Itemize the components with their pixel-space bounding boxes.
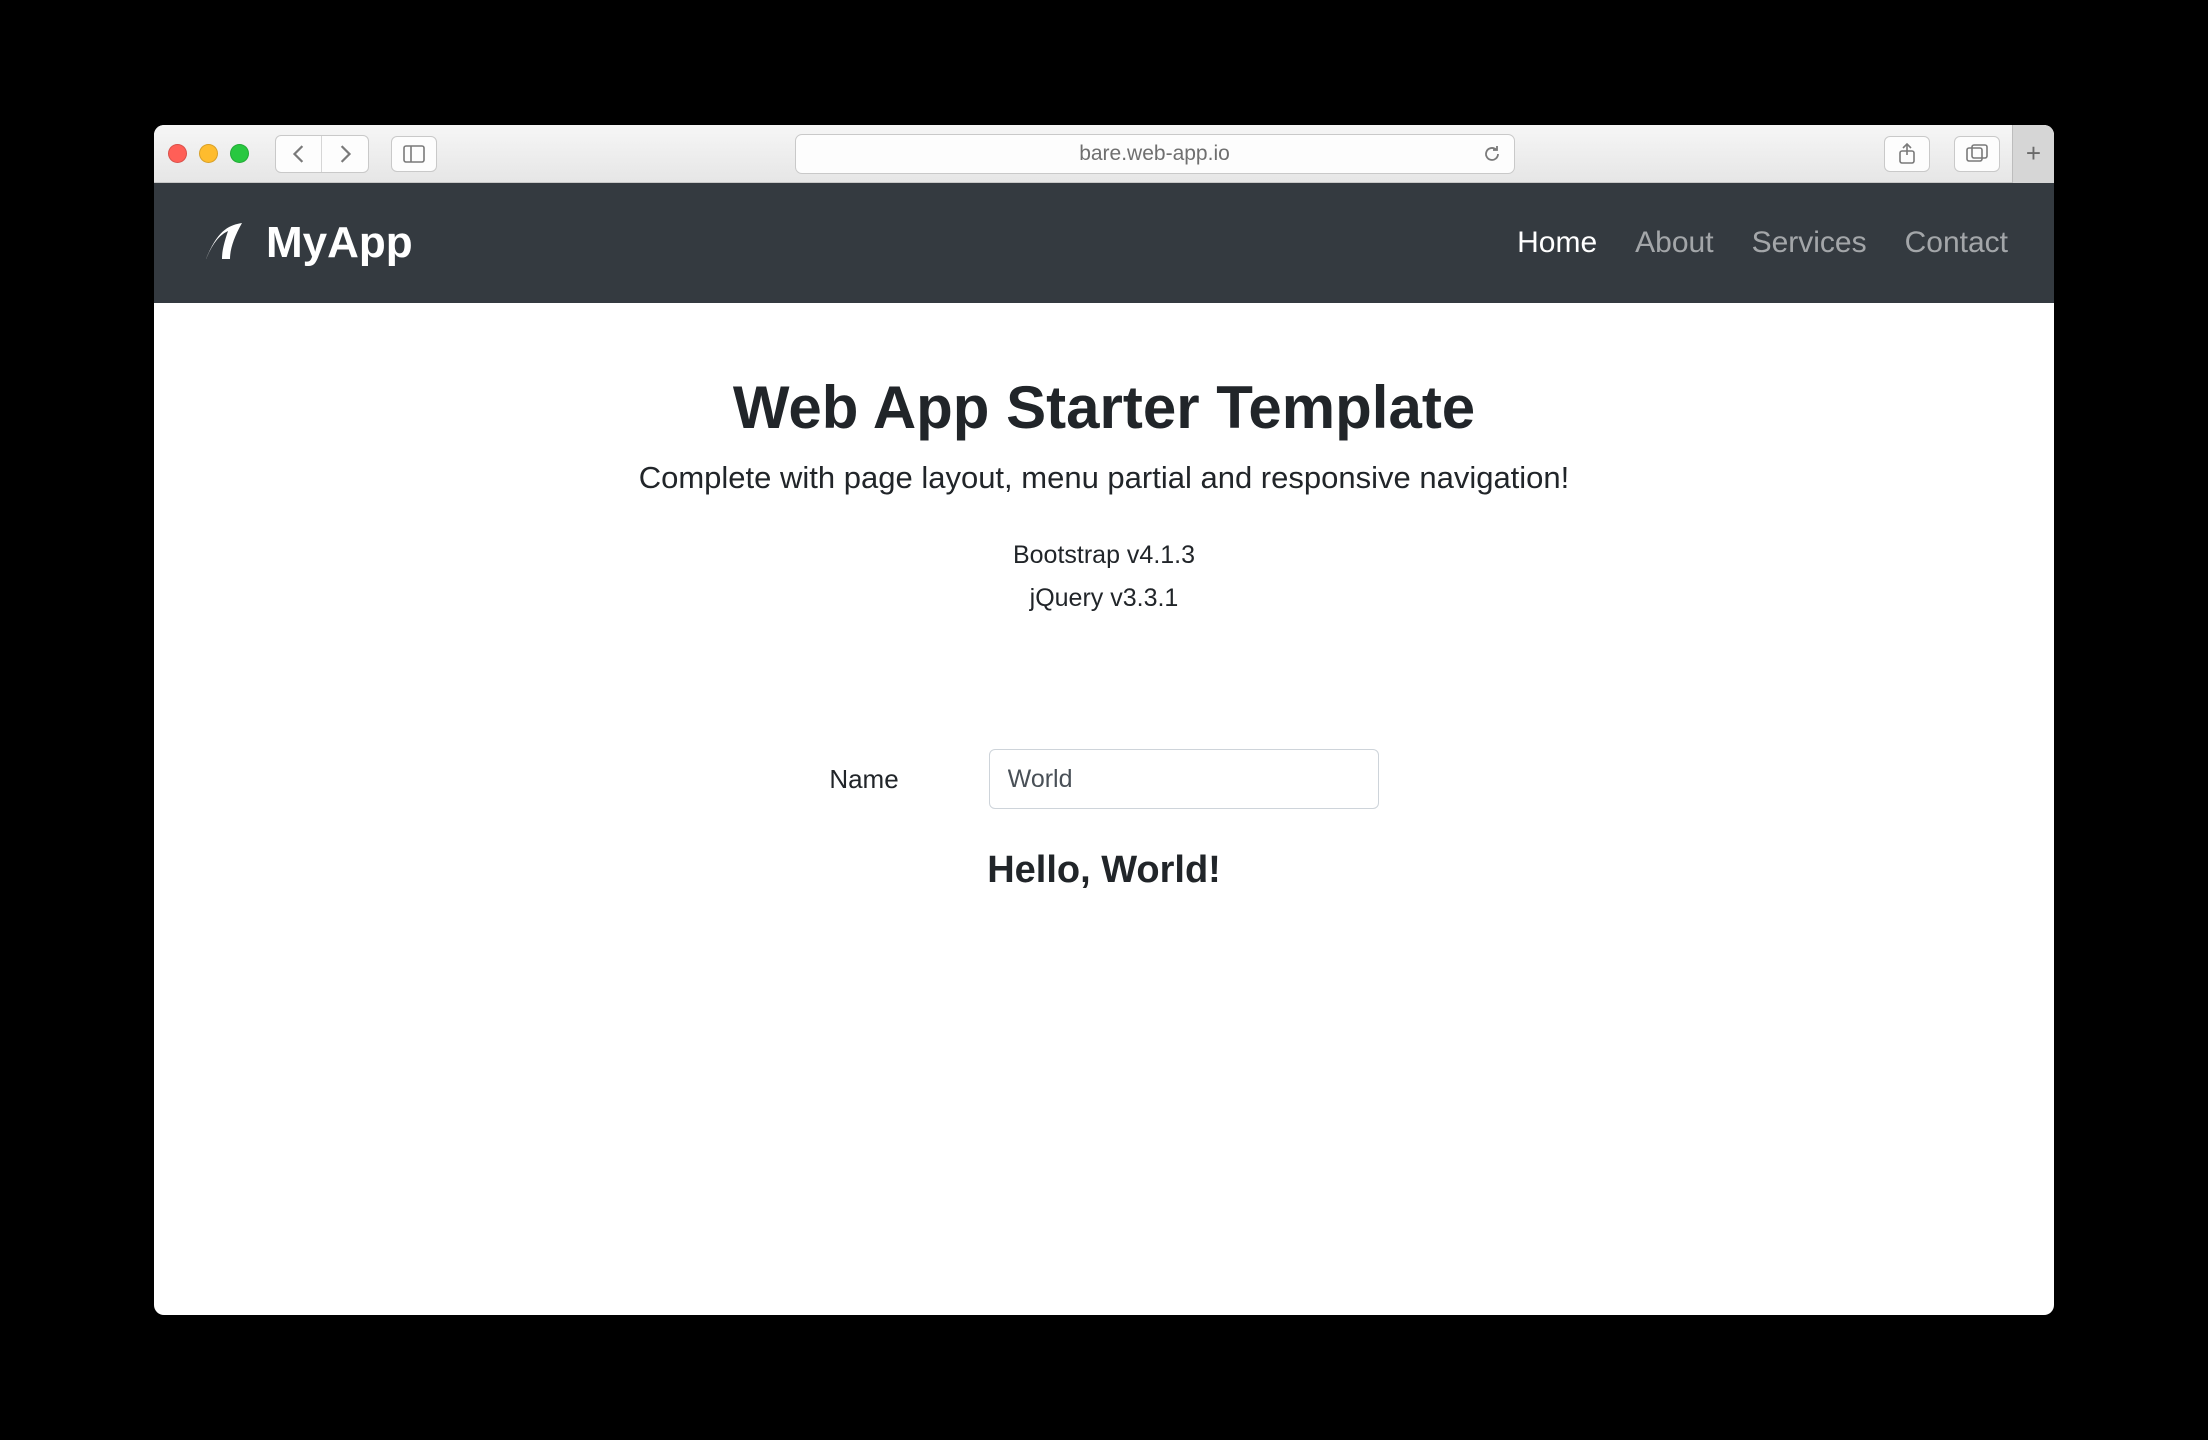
page-viewport: MyApp Home About Services Contact Web Ap… <box>154 183 2054 1315</box>
main-content: Web App Starter Template Complete with p… <box>154 303 2054 1315</box>
name-form-row: Name <box>154 749 2054 809</box>
reload-icon[interactable] <box>1482 144 1502 164</box>
share-button[interactable] <box>1884 136 1930 172</box>
name-label: Name <box>829 764 898 795</box>
page-subtitle: Complete with page layout, menu partial … <box>154 460 2054 496</box>
close-window-button[interactable] <box>168 144 187 163</box>
new-tab-button[interactable]: + <box>2012 125 2054 183</box>
forward-button[interactable] <box>322 136 368 172</box>
sidebar-toggle-button[interactable] <box>391 136 437 172</box>
fullscreen-window-button[interactable] <box>230 144 249 163</box>
browser-titlebar: bare.web-app.io + <box>154 125 2054 183</box>
sail-icon <box>200 219 248 267</box>
nav-links: Home About Services Contact <box>1517 226 2008 260</box>
address-bar[interactable]: bare.web-app.io <box>795 134 1515 174</box>
bootstrap-version: Bootstrap v4.1.3 <box>154 534 2054 577</box>
nav-link-contact[interactable]: Contact <box>1905 226 2008 260</box>
jquery-version: jQuery v3.3.1 <box>154 577 2054 620</box>
window-controls <box>168 144 249 163</box>
page-title: Web App Starter Template <box>154 373 2054 442</box>
nav-back-forward-group <box>275 135 369 173</box>
address-text: bare.web-app.io <box>1079 142 1230 166</box>
name-input[interactable] <box>989 749 1379 809</box>
brand[interactable]: MyApp <box>200 218 413 268</box>
tabs-overview-button[interactable] <box>1954 136 2000 172</box>
nav-link-about[interactable]: About <box>1635 226 1713 260</box>
site-navbar: MyApp Home About Services Contact <box>154 183 2054 303</box>
nav-link-services[interactable]: Services <box>1752 226 1867 260</box>
version-info: Bootstrap v4.1.3 jQuery v3.3.1 <box>154 534 2054 619</box>
brand-text: MyApp <box>266 218 413 268</box>
minimize-window-button[interactable] <box>199 144 218 163</box>
toolbar-right: + <box>1872 136 2040 172</box>
greeting-text: Hello, World! <box>154 849 2054 892</box>
browser-window: bare.web-app.io + MyApp Hom <box>154 125 2054 1315</box>
back-button[interactable] <box>276 136 322 172</box>
nav-link-home[interactable]: Home <box>1517 226 1597 260</box>
